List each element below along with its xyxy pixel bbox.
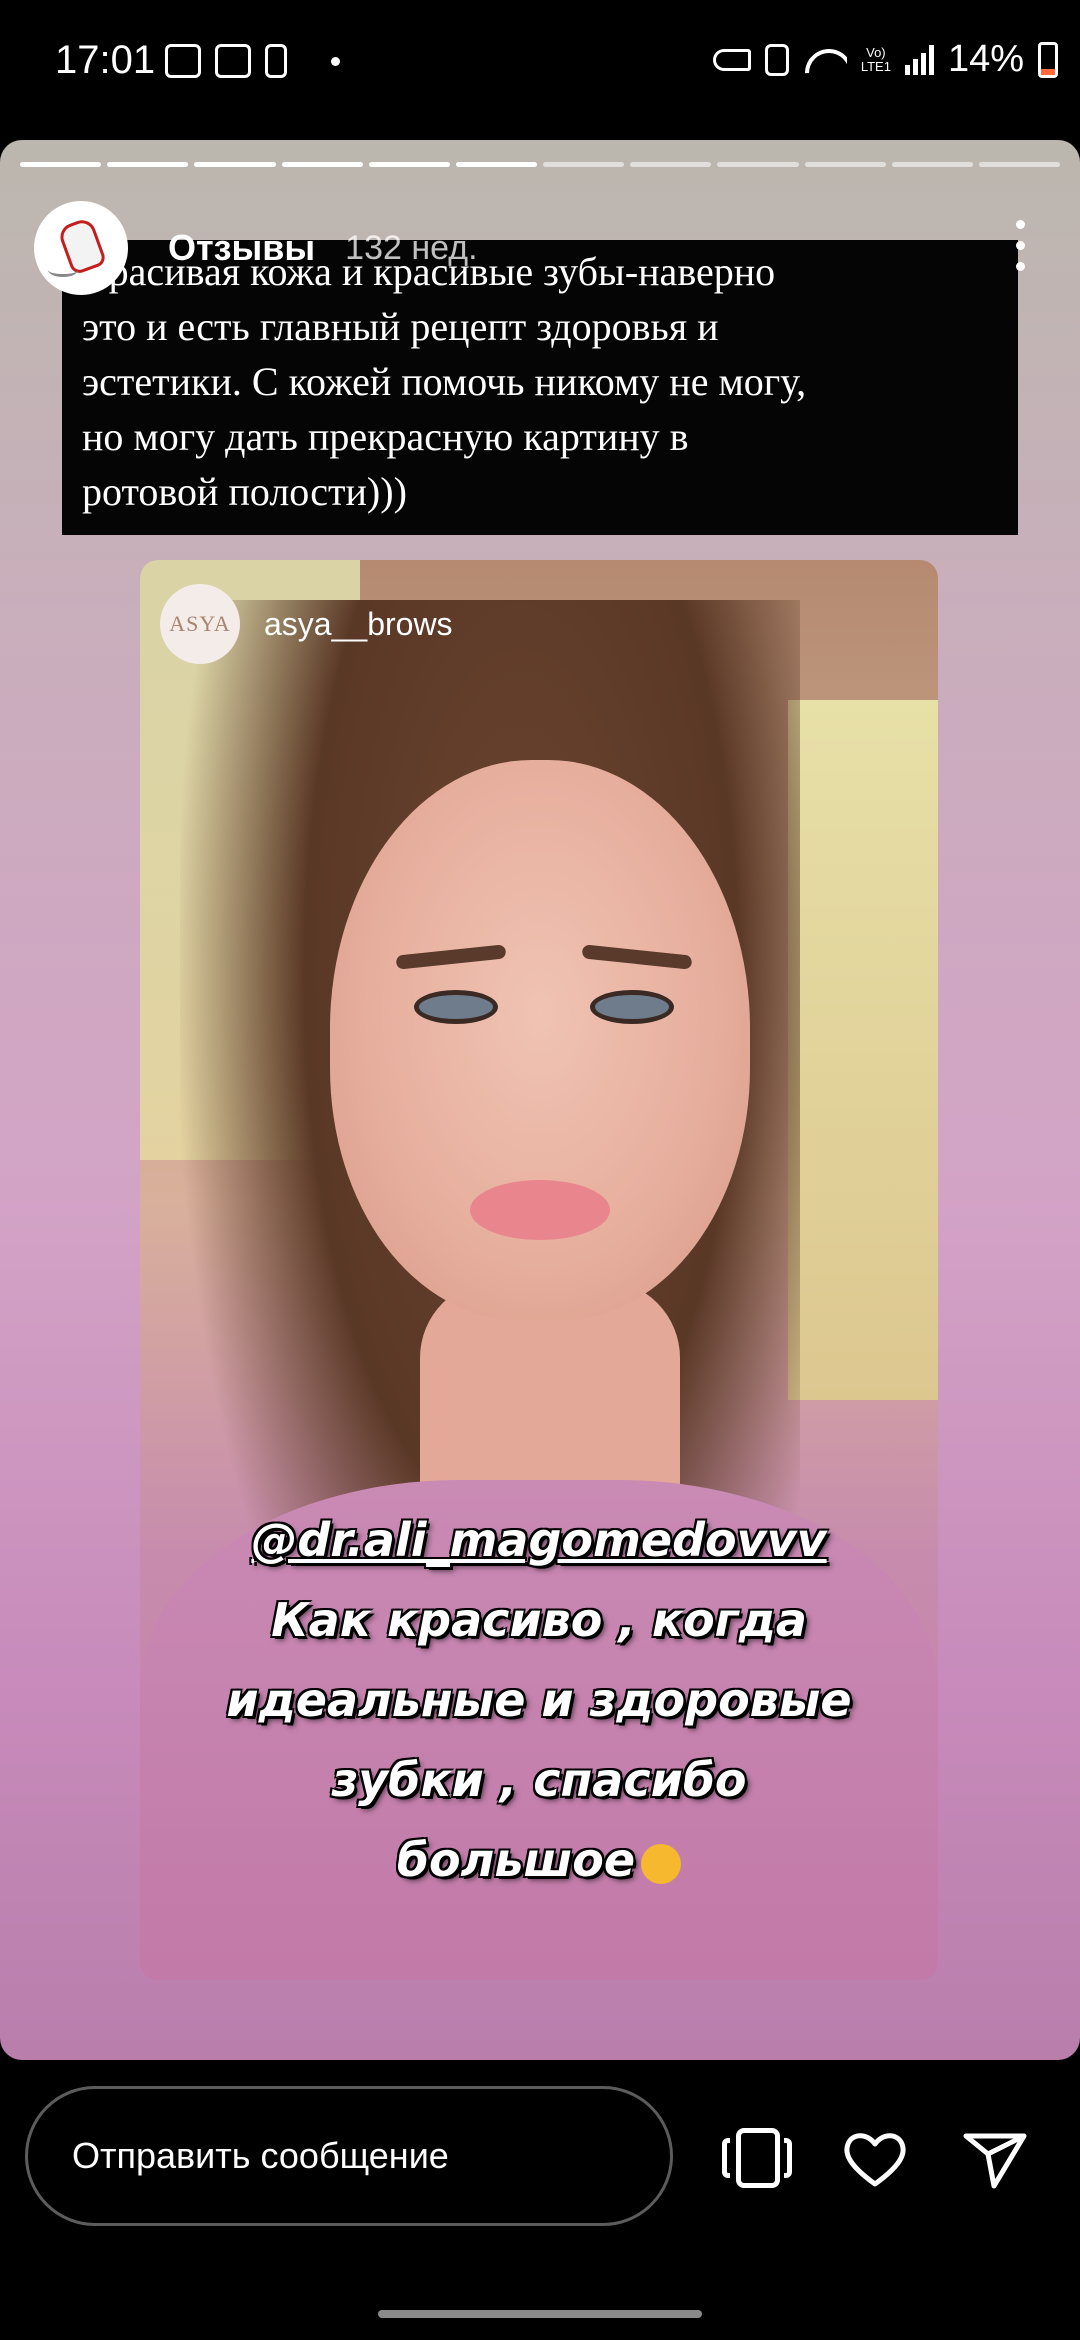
wifi-icon bbox=[803, 43, 847, 77]
photo-eye-left bbox=[414, 990, 498, 1024]
progress-segment bbox=[630, 162, 712, 167]
progress-segment bbox=[281, 162, 363, 167]
overlay-line-1: Как красиво , когда bbox=[271, 1593, 807, 1647]
message-placeholder: Отправить сообщение bbox=[72, 2135, 449, 2176]
overlay-line-4-wrap: большое bbox=[140, 1820, 938, 1900]
share-to-story-icon[interactable] bbox=[722, 2124, 792, 2194]
send-icon[interactable] bbox=[960, 2124, 1030, 2194]
story-viewer[interactable]: Красивая кожа и красивые зубы-наверно эт… bbox=[0, 140, 1080, 2060]
progress-segment bbox=[194, 162, 276, 167]
story-username[interactable]: Отзывы bbox=[168, 227, 315, 269]
ok-hand-icon bbox=[641, 1843, 682, 1884]
photo-brow-left bbox=[395, 944, 507, 970]
key-icon bbox=[712, 48, 751, 71]
battery-percentage: 14% bbox=[947, 38, 1024, 80]
status-right-icons: Vo) LTE1 14% bbox=[712, 38, 1058, 81]
embedded-username: asya__brows bbox=[264, 605, 453, 642]
overlay-line-3: зубки , спасибо bbox=[331, 1753, 747, 1807]
photo-background-right bbox=[788, 700, 938, 1400]
message-input[interactable]: Отправить сообщение bbox=[25, 2086, 673, 2226]
dot-icon bbox=[331, 56, 340, 66]
home-indicator[interactable] bbox=[378, 2310, 702, 2318]
avatar-mark bbox=[48, 263, 78, 277]
embedded-user: ASYA asya__brows bbox=[160, 584, 453, 664]
progress-segment bbox=[543, 162, 625, 167]
photo-eye-right bbox=[590, 990, 674, 1024]
story-progress bbox=[20, 162, 1061, 167]
story-avatar[interactable] bbox=[34, 201, 128, 295]
story-timestamp: 132 нед. bbox=[345, 228, 478, 267]
more-options-icon[interactable] bbox=[1016, 220, 1026, 274]
progress-segment bbox=[717, 162, 799, 167]
alert-icon bbox=[265, 44, 287, 78]
embedded-avatar-text: ASYA bbox=[169, 611, 231, 636]
lte-label: Vo) LTE1 bbox=[860, 44, 891, 74]
story-header: Отзывы 132 нед. bbox=[34, 198, 1060, 298]
battery-icon bbox=[1038, 41, 1058, 78]
signal-icon bbox=[904, 44, 934, 75]
photo-brow-right bbox=[581, 944, 693, 970]
reply-bar: Отправить сообщение bbox=[0, 2060, 1080, 2240]
analytics-icon bbox=[215, 44, 251, 78]
progress-segment bbox=[978, 162, 1061, 167]
gallery-icon bbox=[165, 44, 201, 78]
overlay-text: @dr.ali_magomedovvv Как красиво , когда … bbox=[140, 1500, 938, 1900]
progress-segment bbox=[891, 162, 973, 167]
overlay-line-2: идеальные и здоровые bbox=[226, 1673, 852, 1727]
photo-face bbox=[330, 760, 750, 1320]
progress-segment bbox=[20, 162, 102, 167]
embedded-avatar: ASYA bbox=[160, 584, 240, 664]
progress-segment bbox=[804, 162, 886, 167]
progress-segment bbox=[107, 162, 189, 167]
overlay-line-4: большое bbox=[396, 1833, 636, 1887]
progress-segment bbox=[455, 162, 538, 167]
status-bar: 17:01 Vo) LTE1 14% bbox=[0, 0, 1080, 130]
status-time: 17:01 bbox=[55, 38, 156, 82]
progress-segment bbox=[368, 162, 450, 167]
embedded-story-photo: ASYA asya__brows @dr.ali_magomedovvv Как… bbox=[140, 560, 938, 1980]
photo-lips bbox=[470, 1180, 610, 1240]
recycle-icon bbox=[764, 43, 789, 76]
mention-link[interactable]: @dr.ali_magomedovvv bbox=[140, 1500, 938, 1580]
heart-icon[interactable] bbox=[840, 2124, 910, 2194]
status-left-icons bbox=[165, 44, 340, 78]
